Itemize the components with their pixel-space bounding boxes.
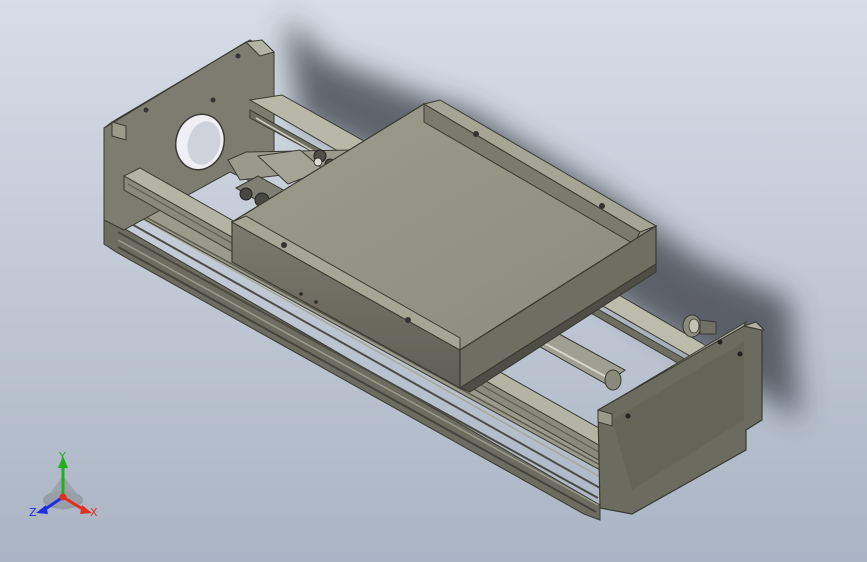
x-axis-label: X bbox=[90, 506, 98, 519]
y-axis-label: Y bbox=[58, 450, 66, 463]
z-arrow-icon bbox=[36, 505, 48, 514]
triad-origin bbox=[59, 493, 67, 501]
cad-viewport[interactable]: Y X Z bbox=[0, 0, 867, 562]
z-axis-label: Z bbox=[29, 506, 37, 519]
orientation-triad: Y X Z bbox=[29, 450, 98, 519]
